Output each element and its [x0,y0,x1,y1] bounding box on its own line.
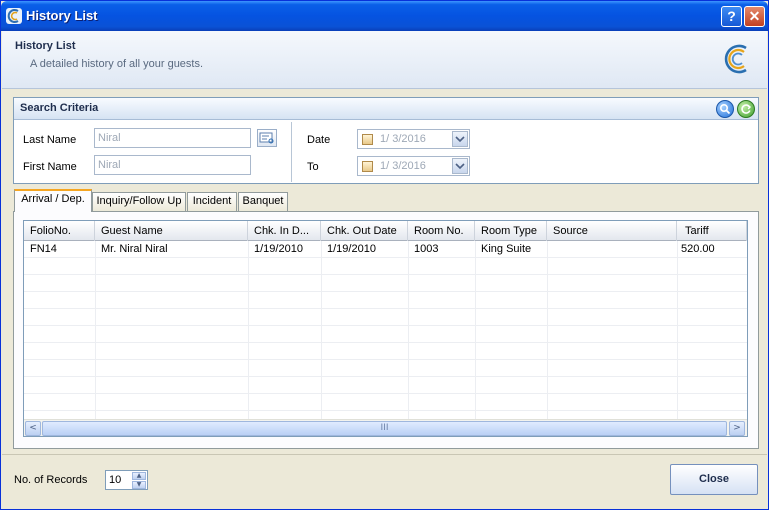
cell-room-type: King Suite [481,243,532,255]
cell-source [547,241,677,258]
tab-inquiry-follow-up[interactable]: Inquiry/Follow Up [92,192,186,211]
last-name-label: Last Name [23,134,77,146]
column-header-folio-no[interactable]: FolioNo. [24,221,95,241]
date-to-dropdown[interactable] [452,158,468,174]
table-row[interactable]: FN14 Mr. Niral Niral 1/19/2010 1/19/2010… [24,241,747,258]
brand-logo-icon [724,44,747,74]
horizontal-scrollbar[interactable]: < III > [24,419,747,436]
column-header-check-out-date[interactable]: Chk. Out Date [321,221,408,241]
spin-up-icon: ▲ [136,472,142,479]
footer-divider [2,454,767,455]
scroll-right-button[interactable]: > [729,421,745,436]
grid-header: FolioNo. Guest Name Chk. In D... Chk. Ou… [24,221,747,241]
date-from-picker[interactable]: 1/ 3/2016 [357,129,470,149]
tab-incident[interactable]: Incident [187,192,237,211]
cell-check-out-date: 1/19/2010 [327,243,376,255]
cell-guest-name: Mr. Niral Niral [101,243,168,255]
cell-room-no: 1003 [414,243,439,255]
calendar-dropdown-icon [455,136,465,143]
help-button[interactable]: ? [721,6,742,27]
table-row-empty [24,258,747,275]
history-grid[interactable]: FolioNo. Guest Name Chk. In D... Chk. Ou… [23,220,748,437]
column-header-check-in-date[interactable]: Chk. In D... [248,221,321,241]
tab-banquet[interactable]: Banquet [238,192,288,211]
close-button[interactable]: Close [670,464,758,495]
search-icon [719,103,731,115]
help-icon: ? [727,8,736,24]
calendar-dropdown-icon [455,163,465,170]
date-to-value: 1/ 3/2016 [380,160,426,172]
name-picker-icon [259,132,274,144]
records-label: No. of Records [14,474,88,486]
scroll-left-button[interactable]: < [25,421,41,436]
column-header-tariff[interactable]: Tariff [677,221,747,241]
table-row-empty [24,394,747,411]
spin-down-button[interactable]: ▼ [132,481,146,489]
column-header-room-no[interactable]: Room No. [408,221,475,241]
search-button[interactable] [716,100,734,118]
to-label: To [307,161,319,173]
date-from-value: 1/ 3/2016 [380,133,426,145]
window-close-button[interactable]: ✕ [744,6,765,27]
search-criteria-title: Search Criteria [20,102,99,114]
first-name-label: First Name [23,161,77,173]
column-header-source[interactable]: Source [547,221,677,241]
spin-up-button[interactable]: ▲ [132,472,146,480]
page-title: History List [15,40,76,52]
name-picker-button[interactable] [257,129,277,147]
table-row-empty [24,275,747,292]
table-row-empty [24,377,747,394]
app-logo-icon [6,8,22,24]
date-to-picker[interactable]: 1/ 3/2016 [357,156,470,176]
close-icon: ✕ [748,8,761,24]
history-list-window: History List ? ✕ History List A detailed… [0,0,769,510]
date-from-dropdown[interactable] [452,131,468,147]
date-from-checkbox[interactable] [362,134,373,145]
cell-folio-no: FN14 [30,243,57,255]
window-title: History List [26,8,98,23]
cell-check-in-date: 1/19/2010 [254,243,303,255]
table-row-empty [24,326,747,343]
table-row-empty [24,343,747,360]
table-row-empty [24,292,747,309]
date-label: Date [307,134,331,146]
page-header: History List A detailed history of all y… [2,31,767,89]
records-value: 10 [109,474,122,486]
scroll-thumb[interactable]: III [42,421,727,436]
first-name-input[interactable]: Niral [94,155,251,175]
refresh-icon [741,104,752,114]
last-name-input[interactable]: Niral [94,128,251,148]
table-row-empty [24,360,747,377]
date-to-checkbox[interactable] [362,161,373,172]
search-divider [291,122,292,182]
search-criteria-panel: Search Criteria Last Name Niral First Na… [13,97,759,184]
records-stepper[interactable]: 10 ▲ ▼ [105,470,148,490]
page-subtitle: A detailed history of all your guests. [30,58,204,70]
column-header-guest-name[interactable]: Guest Name [95,221,248,241]
table-row-empty [24,309,747,326]
cell-tariff: 520.00 [681,243,715,255]
refresh-button[interactable] [737,100,755,118]
tab-arrival-departure[interactable]: Arrival / Dep. [14,189,92,212]
search-criteria-header: Search Criteria [14,98,758,120]
spin-down-icon: ▼ [136,481,142,488]
column-header-room-type[interactable]: Room Type [475,221,547,241]
title-bar: History List ? ✕ [1,1,768,31]
